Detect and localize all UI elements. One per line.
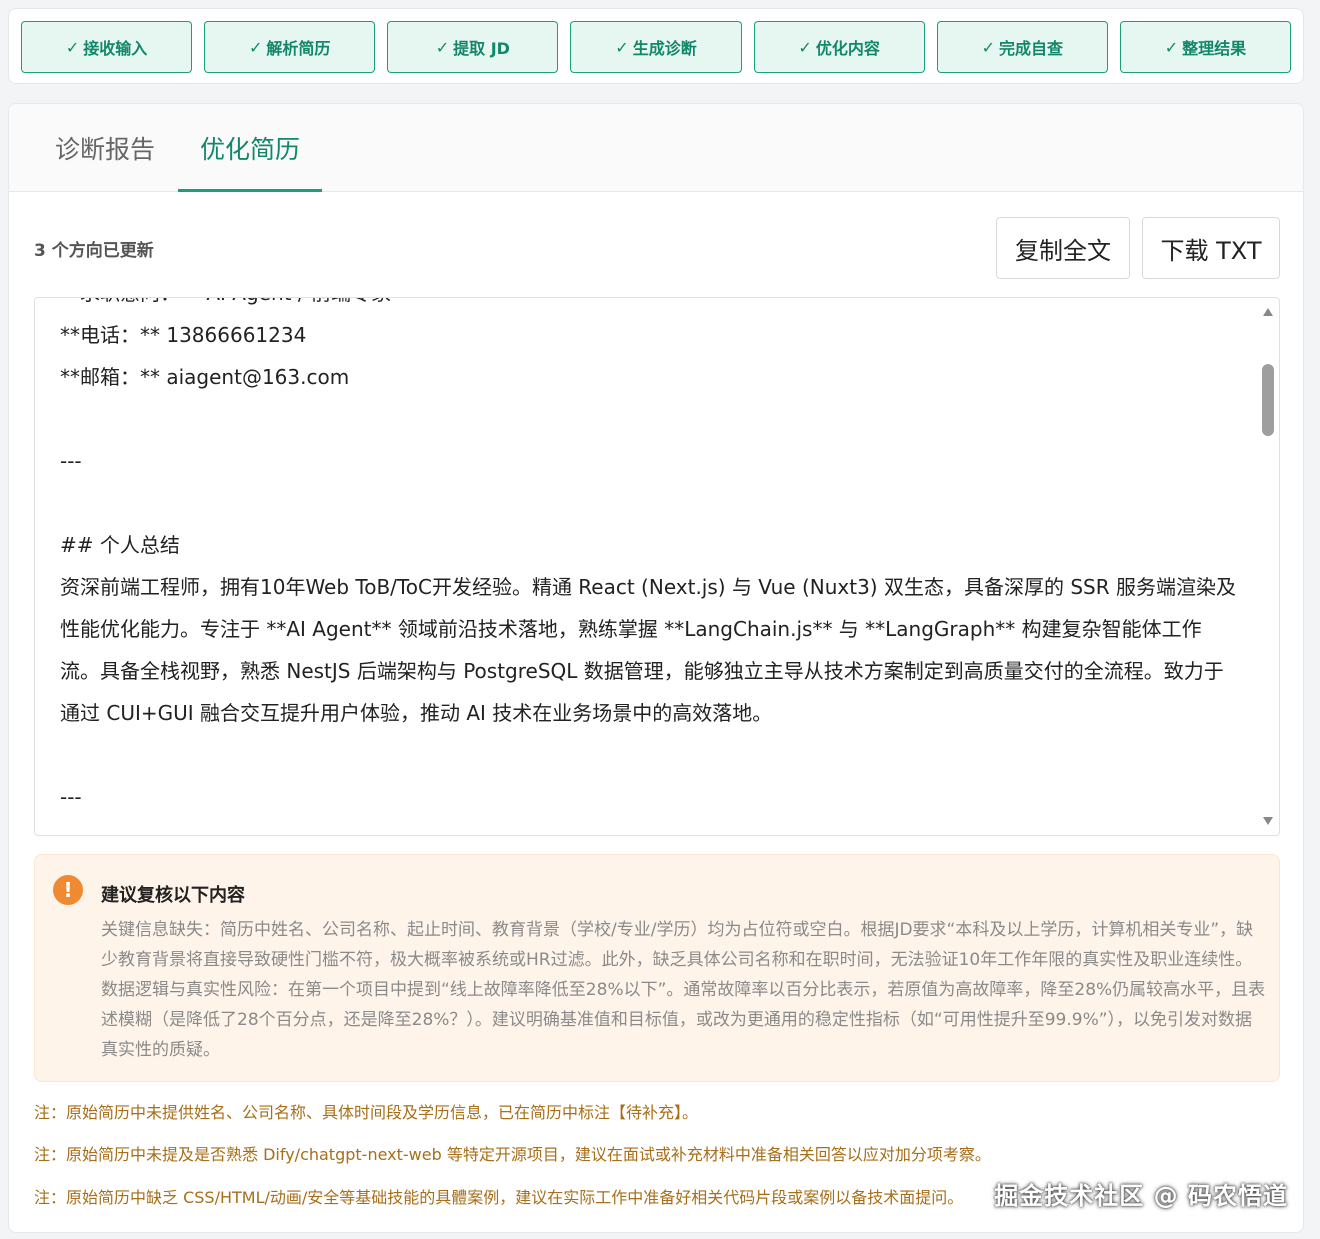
note-item: 注：原始简历中未提及是否熟悉 Dify/chatgpt-next-web 等特定… — [34, 1145, 991, 1164]
step-optimize-content[interactable]: ✓ 优化内容 — [753, 21, 925, 73]
alert-body: 关键信息缺失：简历中姓名、公司名称、起止时间、教育背景（学校/专业/学历）均为占… — [101, 920, 1266, 1060]
step-self-check[interactable]: ✓ 完成自查 — [936, 21, 1108, 73]
tab-optimized-resume[interactable]: 优化简历 — [178, 104, 322, 192]
pipeline-steps-card: ✓ 接收输入 ✓ 解析简历 ✓ 提取 JD ✓ 生成诊断 ✓ 优化内容 ✓ 完成… — [8, 8, 1304, 84]
check-icon: ✓ — [798, 37, 812, 57]
warning-icon: ! — [53, 875, 83, 905]
note-item: 注：原始简历中未提供姓名、公司名称、具体时间段及学历信息，已在简历中标注【待补充… — [34, 1103, 699, 1122]
check-icon: ✓ — [615, 37, 629, 57]
check-icon: ✓ — [981, 37, 995, 57]
download-txt-button[interactable]: 下载 TXT — [1142, 217, 1280, 279]
resume-heading-summary: ## 个人总结 — [60, 533, 180, 557]
resume-divider: --- — [60, 449, 82, 473]
step-organize-results[interactable]: ✓ 整理结果 — [1119, 21, 1291, 73]
step-generate-diagnosis[interactable]: ✓ 生成诊断 — [570, 21, 742, 73]
step-label: 整理结果 — [1182, 39, 1247, 58]
resume-line-intent: **求职意向：** AI Agent / 前端专家 — [60, 298, 1240, 314]
scroll-up-arrow-icon[interactable] — [1263, 308, 1273, 316]
check-icon: ✓ — [249, 37, 263, 57]
update-status: 3 个方向已更新 — [34, 241, 154, 261]
resume-line-phone: **电话：** 13866661234 — [60, 323, 307, 347]
step-label: 优化内容 — [815, 39, 880, 58]
alert-title: 建议复核以下内容 — [101, 885, 245, 906]
check-icon: ✓ — [435, 37, 450, 57]
resume-divider: --- — [60, 785, 82, 809]
watermark: 掘金技术社区 @ 码农悟道 — [994, 1182, 1288, 1210]
result-tabs: 诊断报告 优化简历 — [9, 104, 1303, 192]
editor-scrollbar[interactable] — [1257, 298, 1279, 835]
copy-all-button[interactable]: 复制全文 — [996, 217, 1130, 279]
step-parse-resume[interactable]: ✓ 解析简历 — [204, 21, 376, 73]
scroll-thumb[interactable] — [1262, 364, 1274, 436]
resume-summary-paragraph: 资深前端工程师，拥有10年Web ToB/ToC开发经验。精通 React (N… — [60, 575, 1236, 725]
result-panel: 诊断报告 优化简历 3 个方向已更新 复制全文 下载 TXT **求职意向：**… — [8, 103, 1304, 1233]
review-warning-alert: ! 建议复核以下内容 关键信息缺失：简历中姓名、公司名称、起止时间、教育背景（学… — [34, 854, 1280, 1082]
resume-line-email: **邮箱：** aiagent@163.com — [60, 365, 350, 389]
step-receive-input[interactable]: ✓ 接收输入 — [21, 21, 193, 73]
step-label: 接收输入 — [83, 39, 148, 58]
check-icon: ✓ — [1164, 37, 1179, 57]
step-label: 提取 JD — [453, 39, 510, 58]
pipeline-steps: ✓ 接收输入 ✓ 解析简历 ✓ 提取 JD ✓ 生成诊断 ✓ 优化内容 ✓ 完成… — [21, 21, 1291, 73]
check-icon: ✓ — [65, 37, 80, 57]
step-extract-jd[interactable]: ✓ 提取 JD — [387, 21, 559, 73]
step-label: 完成自查 — [998, 39, 1063, 58]
resume-text: **求职意向：** AI Agent / 前端专家 **电话：** 138666… — [60, 298, 1240, 818]
scroll-down-arrow-icon[interactable] — [1263, 817, 1273, 825]
tab-diagnosis-report[interactable]: 诊断报告 — [33, 104, 177, 192]
resume-text-editor[interactable]: **求职意向：** AI Agent / 前端专家 **电话：** 138666… — [34, 297, 1280, 836]
step-label: 解析简历 — [266, 39, 331, 58]
step-label: 生成诊断 — [632, 39, 697, 58]
note-item: 注：原始简历中缺乏 CSS/HTML/动画/安全等基础技能的具體案例，建议在实际… — [34, 1188, 964, 1207]
